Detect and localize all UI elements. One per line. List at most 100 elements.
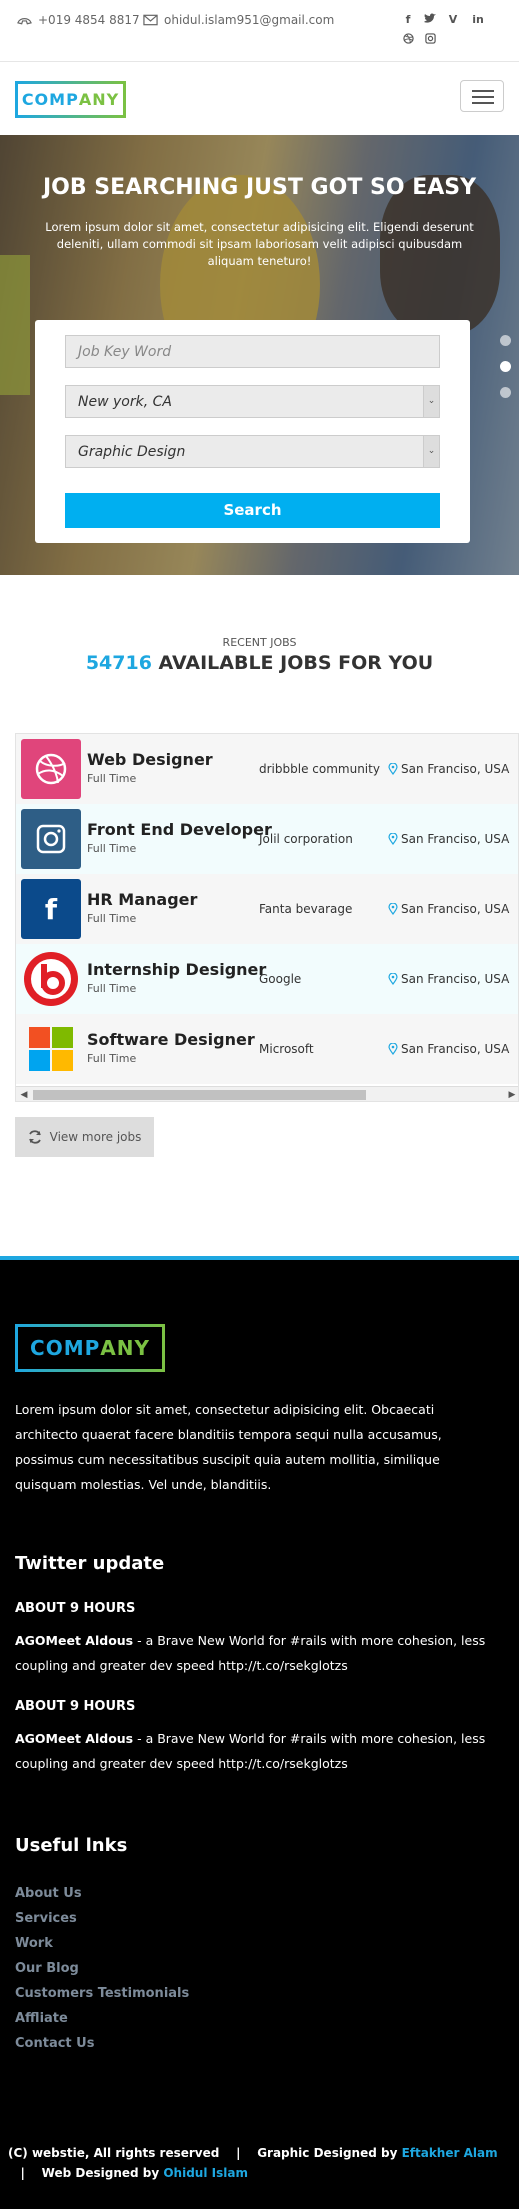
job-type: Full Time — [87, 842, 137, 855]
tweet-time: ABOUT 9 HOURS — [15, 1601, 136, 1616]
map-pin-icon — [388, 833, 398, 845]
table-row[interactable]: Software Designer Full Time Microsoft Sa… — [16, 1014, 518, 1084]
phone-icon — [17, 17, 32, 25]
twitter-heading: Twitter update — [15, 1553, 165, 1574]
tweet-text: AGOMeet Aldous - a Brave New World for #… — [15, 1628, 495, 1678]
graphic-credit-label: Graphic Designed by — [257, 2146, 402, 2160]
chevron-down-icon: ⌄ — [423, 436, 439, 467]
job-title[interactable]: HR Manager — [87, 890, 197, 909]
job-title[interactable]: Web Designer — [87, 750, 213, 769]
web-designer-link[interactable]: Ohidul Islam — [163, 2166, 248, 2180]
job-location: San Franciso, USA — [388, 1042, 509, 1056]
job-location-text: San Franciso, USA — [401, 1042, 510, 1056]
tweet-time: ABOUT 9 HOURS — [15, 1699, 136, 1714]
table-row[interactable]: Front End Developer Full Time Jolil corp… — [16, 804, 518, 874]
category-select[interactable]: Graphic Design ⌄ — [65, 435, 440, 468]
job-company: dribbble community — [259, 762, 380, 776]
view-more-jobs-button[interactable]: View more jobs — [15, 1117, 154, 1157]
top-bar: +019 4854 8817 ohidul.islam951@gmail.com… — [0, 0, 519, 62]
footer-link-services[interactable]: Services — [15, 1911, 77, 1926]
job-location-text: San Franciso, USA — [401, 762, 510, 776]
keyword-input[interactable]: Job Key Word — [65, 335, 440, 368]
job-company: Fanta bevarage — [259, 902, 353, 916]
job-type: Full Time — [87, 982, 137, 995]
chevron-right-icon[interactable]: ▶ — [504, 1087, 518, 1101]
job-company: Jolil corporation — [259, 832, 353, 846]
facebook-icon: f — [21, 879, 81, 939]
job-location: San Franciso, USA — [388, 902, 509, 916]
footer-link-affliate[interactable]: Affliate — [15, 2011, 68, 2026]
footer-link-blog[interactable]: Our Blog — [15, 1961, 79, 1976]
map-pin-icon — [388, 1043, 398, 1055]
job-title[interactable]: Front End Developer — [87, 820, 272, 839]
table-row[interactable]: f HR Manager Full Time Fanta bevarage Sa… — [16, 874, 518, 944]
job-search-form: Job Key Word New york, CA ⌄ Graphic Desi… — [35, 320, 470, 543]
table-row[interactable]: Internship Designer Full Time Google San… — [16, 944, 518, 1014]
logo-text-green: ANY — [78, 90, 120, 109]
facebook-icon[interactable]: f — [401, 13, 415, 26]
instagram-icon — [21, 809, 81, 869]
refresh-icon — [28, 1130, 41, 1144]
footer-logo[interactable]: COMP ANY — [15, 1324, 165, 1372]
job-title[interactable]: Internship Designer — [87, 960, 266, 979]
job-type: Full Time — [87, 772, 137, 785]
search-button[interactable]: Search — [65, 493, 440, 528]
logo-text-blue: COMP — [21, 90, 79, 109]
footer-link-testimonials[interactable]: Customers Testimonials — [15, 1986, 189, 2001]
footer-description: Lorem ipsum dolor sit amet, consectetur … — [15, 1402, 442, 1492]
horizontal-scrollbar[interactable]: ◀ ▶ — [16, 1086, 518, 1101]
beats-icon — [21, 949, 81, 1009]
chevron-down-icon: ⌄ — [423, 386, 439, 417]
tweet-author: AGOMeet Aldous — [15, 1633, 134, 1648]
slider-dot-active[interactable] — [500, 361, 511, 372]
footer-link-work[interactable]: Work — [15, 1936, 53, 1951]
location-select-value: New york, CA — [78, 394, 172, 410]
copyright-bar: (C) webstie, All rights reserved | Graph… — [0, 2143, 519, 2183]
jobs-table: Web Designer Full Time dribbble communit… — [15, 733, 519, 1102]
tweet-text: AGOMeet Aldous - a Brave New World for #… — [15, 1726, 495, 1776]
scrollbar-thumb[interactable] — [33, 1090, 366, 1100]
email-address: ohidul.islam951@gmail.com — [164, 13, 335, 27]
separator: | — [236, 2146, 241, 2160]
job-location-text: San Franciso, USA — [401, 972, 510, 986]
copyright-text: (C) webstie, All rights reserved — [8, 2146, 220, 2160]
slider-dot[interactable] — [500, 387, 511, 398]
section-title: 54716 AVAILABLE JOBS FOR YOU — [0, 652, 519, 674]
job-location-text: San Franciso, USA — [401, 902, 510, 916]
menu-toggle-button[interactable] — [460, 80, 504, 112]
job-location: San Franciso, USA — [388, 762, 509, 776]
logo-text-blue: COMP — [30, 1336, 101, 1360]
category-select-value: Graphic Design — [78, 444, 186, 460]
envelope-icon — [143, 14, 158, 26]
location-select[interactable]: New york, CA ⌄ — [65, 385, 440, 418]
logo[interactable]: COMP ANY — [15, 81, 126, 118]
hamburger-icon — [472, 90, 494, 92]
vine-icon[interactable]: V — [446, 13, 460, 26]
instagram-icon[interactable] — [423, 33, 437, 47]
twitter-icon[interactable] — [423, 13, 437, 27]
jobs-headline: AVAILABLE JOBS FOR YOU — [158, 652, 434, 674]
job-title[interactable]: Software Designer — [87, 1030, 255, 1049]
footer-link-contact[interactable]: Contact Us — [15, 2036, 94, 2051]
job-location-text: San Franciso, USA — [401, 832, 510, 846]
map-pin-icon — [388, 903, 398, 915]
hero-subtitle: Lorem ipsum dolor sit amet, consectetur … — [45, 220, 474, 268]
slider-dot[interactable] — [500, 335, 511, 346]
map-pin-icon — [388, 763, 398, 775]
jobs-count: 54716 — [85, 652, 152, 674]
table-row[interactable]: Web Designer Full Time dribbble communit… — [16, 734, 518, 804]
phone-contact[interactable]: +019 4854 8817 — [17, 13, 140, 27]
footer-link-about[interactable]: About Us — [15, 1886, 82, 1901]
dribbble-icon[interactable] — [401, 33, 415, 47]
map-pin-icon — [388, 973, 398, 985]
web-credit-label: Web Designed by — [41, 2166, 164, 2180]
job-location: San Franciso, USA — [388, 832, 509, 846]
job-location: San Franciso, USA — [388, 972, 509, 986]
graphic-designer-link[interactable]: Eftakher Alam — [402, 2146, 498, 2160]
microsoft-icon — [21, 1019, 81, 1079]
chevron-left-icon[interactable]: ◀ — [16, 1087, 32, 1101]
footer: COMP ANY Lorem ipsum dolor sit amet, cons… — [0, 1256, 519, 2209]
linkedin-icon[interactable]: in — [471, 13, 485, 26]
hero-banner: JOB SEARCHING JUST GOT SO EASY Lorem ips… — [0, 135, 519, 575]
email-contact[interactable]: ohidul.islam951@gmail.com — [143, 13, 334, 27]
